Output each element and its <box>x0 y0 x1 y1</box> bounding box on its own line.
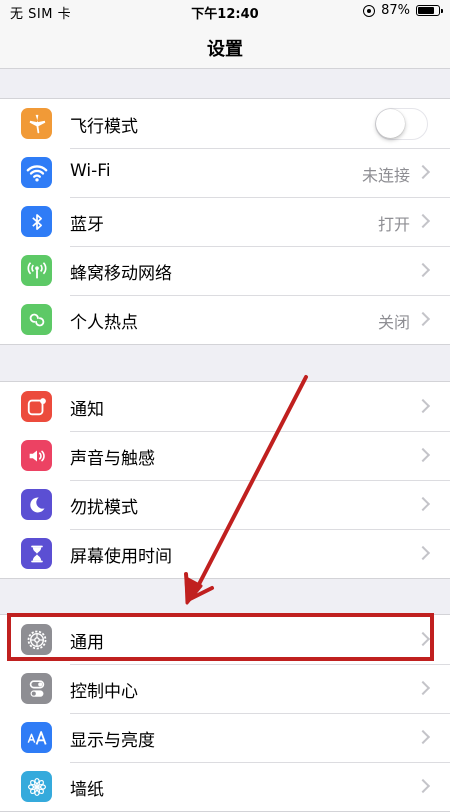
annotation-arrow <box>184 375 308 605</box>
